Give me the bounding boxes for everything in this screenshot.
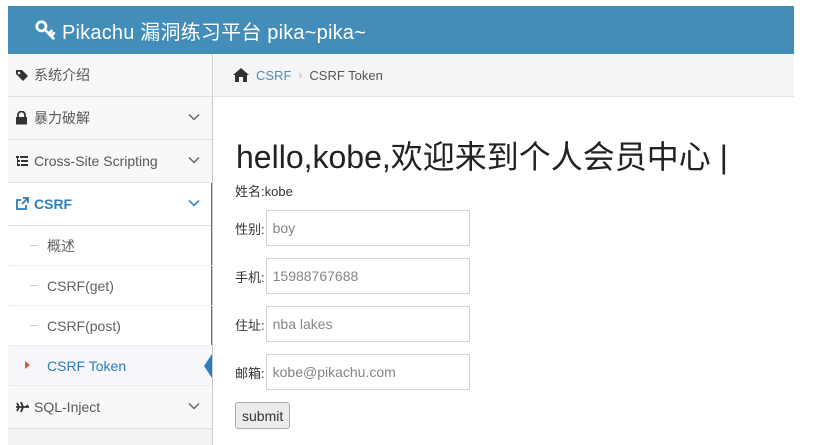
tree-dash [30, 325, 38, 326]
breadcrumb-current: CSRF Token [309, 67, 383, 83]
sidebar-item-intro[interactable]: 系统介绍 [8, 54, 212, 97]
email-row: 邮箱: [235, 354, 470, 390]
breadcrumb: CSRF › CSRF Token [214, 54, 794, 97]
gender-row: 性别: [235, 210, 470, 246]
email-label: 邮箱: [235, 365, 265, 381]
submenu-item-csrf-token[interactable]: CSRF Token [8, 346, 212, 386]
submenu-item-label: CSRF Token [47, 357, 127, 374]
active-pointer-icon [204, 351, 212, 381]
submenu-item-label: CSRF(get) [47, 277, 114, 294]
wrench-icon [35, 20, 56, 40]
gender-input[interactable] [265, 210, 470, 246]
sidebar-item-label: 暴力破解 [34, 110, 90, 126]
app-title[interactable]: Pikachu 漏洞练习平台 pika~pika~ [62, 16, 366, 45]
external-link-icon [15, 197, 31, 211]
home-icon[interactable] [232, 67, 250, 83]
submenu-item-csrf-post[interactable]: CSRF(post) [8, 306, 212, 346]
submenu-item-overview[interactable]: 概述 [8, 226, 212, 266]
name-display: 姓名:kobe [235, 181, 293, 200]
submenu-item-csrf-get[interactable]: CSRF(get) [8, 266, 212, 306]
submit-button[interactable]: submit [235, 402, 291, 429]
submenu-item-label: 概述 [47, 237, 75, 254]
sidebar-item-label: Cross-Site Scripting [34, 153, 158, 169]
gender-label: 性别: [235, 221, 265, 237]
phone-label: 手机: [235, 269, 265, 285]
list-icon [15, 154, 31, 168]
name-label: 姓名: [235, 184, 265, 199]
phone-row: 手机: [235, 258, 470, 294]
tags-icon [15, 68, 31, 82]
sidebar-item-label: 系统介绍 [34, 67, 90, 83]
sidebar: 系统介绍 暴力破解 Cross-Site Scripting CSRF 概述 C… [8, 54, 213, 445]
tree-dash [30, 285, 38, 286]
address-row: 住址: [235, 306, 470, 342]
submenu-item-label: CSRF(post) [47, 317, 121, 334]
breadcrumb-link-csrf[interactable]: CSRF [256, 68, 291, 83]
breadcrumb-separator: › [298, 68, 303, 82]
sidebar-item-sql-inject[interactable]: SQL-Inject [8, 386, 212, 429]
plane-icon [15, 400, 31, 414]
chevron-down-icon [188, 402, 200, 410]
sidebar-item-brute-force[interactable]: 暴力破解 [8, 97, 212, 140]
main-content: hello,kobe,欢迎来到个人会员中心 | 姓名:kobe 性别: 手机: … [214, 97, 794, 445]
address-label: 住址: [235, 317, 265, 333]
lock-icon [15, 111, 31, 125]
sidebar-item-label: CSRF [34, 196, 73, 212]
email-input[interactable] [265, 354, 470, 390]
tree-dash [30, 245, 38, 246]
top-navbar: Pikachu 漏洞练习平台 pika~pika~ [8, 6, 794, 54]
chevron-down-icon [188, 156, 200, 164]
phone-input[interactable] [265, 258, 470, 294]
sidebar-item-csrf[interactable]: CSRF [8, 183, 212, 385]
chevron-down-icon [188, 113, 200, 121]
address-input[interactable] [265, 306, 470, 342]
sidebar-item-xss[interactable]: Cross-Site Scripting [8, 140, 212, 183]
chevron-down-icon [188, 199, 200, 207]
name-value: kobe [264, 184, 293, 199]
sidebar-item-label: SQL-Inject [34, 399, 101, 415]
csrf-submenu: 概述 CSRF(get) CSRF(post) CSRF Token [8, 226, 212, 386]
welcome-heading: hello,kobe,欢迎来到个人会员中心 | [236, 139, 728, 175]
caret-right-icon [25, 361, 30, 369]
